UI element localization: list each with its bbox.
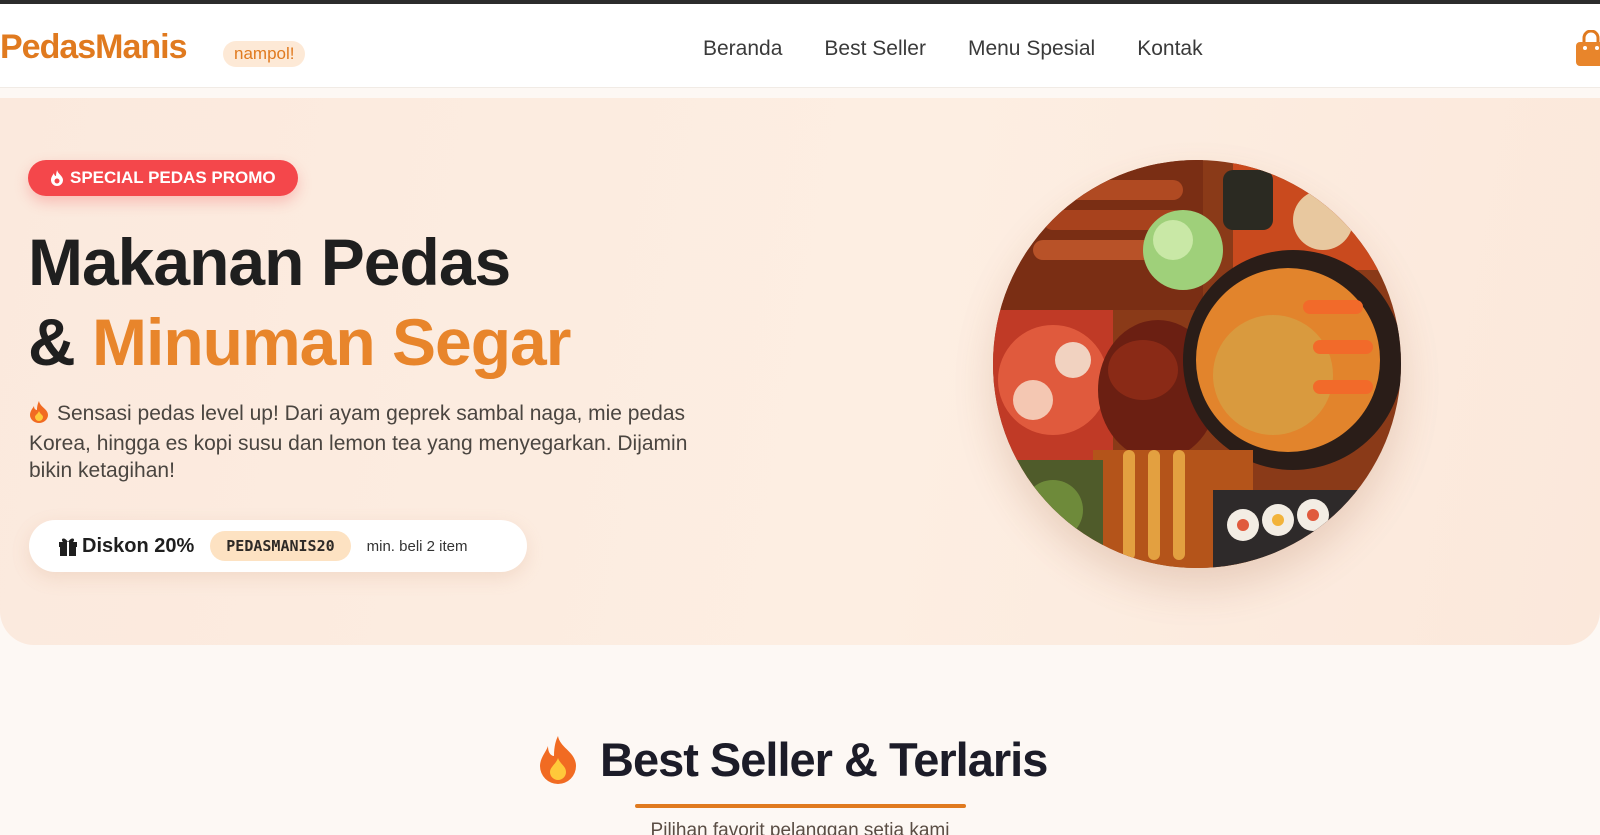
coupon-label: Diskon 20% (82, 534, 195, 557)
coupon-code[interactable]: PEDASMANIS20 (210, 531, 351, 561)
shopping-bag-icon[interactable] (1576, 29, 1600, 66)
logo-badge: nampol! (223, 41, 306, 67)
site-header: PedasManis nampol! Beranda Best Seller M… (0, 4, 1600, 88)
hero-title-accent: Minuman Segar (92, 305, 571, 379)
fire-icon (51, 170, 63, 186)
gift-icon (59, 538, 77, 556)
hero-description-text: Sensasi pedas level up! Dari ayam geprek… (29, 402, 688, 482)
nav-best-seller[interactable]: Best Seller (824, 37, 926, 61)
main-nav: Beranda Best Seller Menu Spesial Kontak (703, 37, 1245, 61)
nav-kontak[interactable]: Kontak (1137, 37, 1202, 61)
hero-title-line1: Makanan Pedas (28, 225, 511, 299)
promo-badge: SPECIAL PEDAS PROMO (28, 160, 298, 196)
coupon-note: min. beli 2 item (366, 537, 468, 555)
hero-title: Makanan Pedas & Minuman Segar (28, 222, 571, 382)
best-seller-subtitle: Pilihan favorit pelanggan setia kami (650, 820, 950, 835)
food-collage-image (993, 160, 1401, 568)
best-seller-title: Best Seller & Terlaris (600, 733, 1048, 786)
best-seller-heading: Best Seller & Terlaris (538, 732, 1048, 787)
nav-menu-spesial[interactable]: Menu Spesial (968, 37, 1095, 61)
coupon-card: Diskon 20% PEDASMANIS20 min. beli 2 item (29, 520, 527, 572)
fire-icon (540, 735, 576, 784)
hero-description: Sensasi pedas level up! Dari ayam geprek… (29, 400, 709, 484)
hero-title-amp: & (28, 305, 76, 379)
fire-emoji-icon (29, 401, 49, 430)
heading-underline (635, 804, 966, 808)
promo-badge-label: SPECIAL PEDAS PROMO (70, 168, 276, 187)
site-logo[interactable]: PedasManis (0, 28, 188, 67)
nav-beranda[interactable]: Beranda (703, 37, 782, 61)
